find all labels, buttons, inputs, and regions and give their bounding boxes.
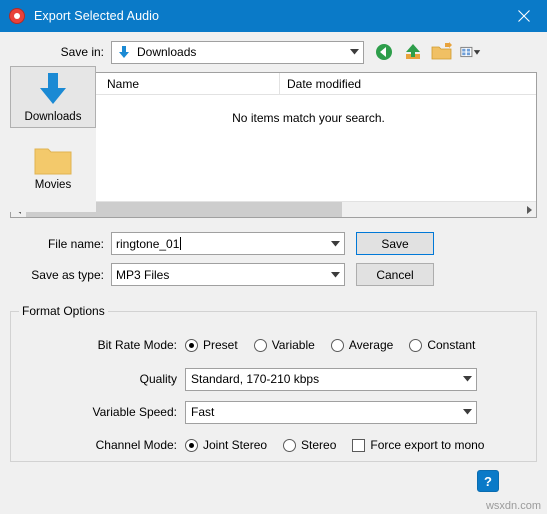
watermark-text: wsxdn.com bbox=[485, 500, 541, 512]
radio-dot-icon bbox=[409, 338, 423, 352]
save-button[interactable]: Save bbox=[356, 232, 434, 255]
save-as-type-value: MP3 Files bbox=[116, 267, 170, 282]
chevron-down-icon[interactable] bbox=[458, 402, 476, 423]
quality-label: Quality bbox=[139, 372, 177, 386]
radio-label-joint-stereo: Joint Stereo bbox=[203, 438, 268, 452]
cancel-button[interactable]: Cancel bbox=[356, 263, 434, 286]
radio-channel-stereo[interactable]: Stereo bbox=[283, 438, 336, 452]
radio-label-preset: Preset bbox=[203, 338, 238, 352]
column-header-date-modified[interactable]: Date modified bbox=[287, 77, 361, 91]
radio-dot-icon bbox=[330, 338, 344, 352]
up-arrow-icon bbox=[406, 44, 420, 59]
radio-bitrate-variable[interactable]: Variable bbox=[253, 338, 315, 352]
save-as-type-row: Save as type: MP3 Files Cancel bbox=[0, 263, 547, 286]
export-selected-audio-dialog: Export Selected Audio Save in: Downloads bbox=[0, 0, 547, 514]
channel-mode-label: Channel Mode: bbox=[95, 438, 177, 452]
checkbox-label-force-mono: Force export to mono bbox=[370, 438, 485, 452]
file-name-label: File name: bbox=[47, 236, 104, 251]
new-folder-button[interactable] bbox=[430, 41, 454, 64]
place-item-movies[interactable]: Movies bbox=[10, 138, 96, 200]
title-bar: Export Selected Audio bbox=[0, 0, 547, 32]
window-title: Export Selected Audio bbox=[34, 9, 160, 23]
save-in-row: Save in: Downloads bbox=[0, 40, 547, 64]
checkbox-force-export-to-mono[interactable]: Force export to mono bbox=[352, 438, 484, 452]
radio-dot-icon bbox=[185, 338, 198, 352]
radio-label-average: Average bbox=[348, 338, 394, 352]
radio-bitrate-constant[interactable]: Constant bbox=[409, 338, 475, 352]
file-name-value: ringtone_01 bbox=[116, 236, 180, 251]
close-button[interactable] bbox=[501, 0, 547, 32]
variable-speed-label: Variable Speed: bbox=[92, 405, 177, 419]
bit-rate-mode-label: Bit Rate Mode: bbox=[97, 338, 177, 352]
close-icon bbox=[518, 10, 530, 22]
checkbox-box-icon bbox=[352, 438, 366, 452]
folder-icon bbox=[33, 145, 73, 177]
radio-label-variable: Variable bbox=[271, 338, 315, 352]
place-label-downloads: Downloads bbox=[24, 111, 82, 123]
chevron-down-icon[interactable] bbox=[326, 233, 344, 254]
help-button[interactable]: ? bbox=[477, 470, 499, 492]
save-as-type-combobox[interactable]: MP3 Files bbox=[111, 263, 345, 286]
chevron-right-icon bbox=[526, 205, 532, 214]
format-options-title: Format Options bbox=[19, 304, 108, 318]
file-name-row: File name: ringtone_01 Save bbox=[0, 232, 547, 255]
scroll-right-button[interactable] bbox=[521, 202, 536, 217]
save-in-combobox[interactable]: Downloads bbox=[111, 40, 364, 64]
chevron-down-icon[interactable] bbox=[326, 264, 344, 285]
save-as-type-label: Save as type: bbox=[31, 267, 104, 282]
back-button[interactable] bbox=[372, 41, 396, 64]
radio-dot-icon bbox=[253, 338, 267, 352]
place-item-downloads[interactable]: Downloads bbox=[10, 66, 96, 128]
scrollbar-track[interactable] bbox=[26, 202, 521, 217]
back-arrow-icon bbox=[376, 44, 392, 60]
radio-bitrate-average[interactable]: Average bbox=[330, 338, 394, 352]
download-arrow-icon bbox=[36, 71, 70, 109]
save-in-label: Save in: bbox=[60, 45, 104, 59]
radio-bitrate-preset[interactable]: Preset bbox=[185, 338, 238, 352]
chevron-down-icon[interactable] bbox=[458, 369, 476, 390]
radio-label-constant: Constant bbox=[427, 338, 476, 352]
variable-speed-row: Variable Speed: Fast bbox=[11, 400, 536, 424]
radio-channel-joint-stereo[interactable]: Joint Stereo bbox=[185, 438, 267, 452]
text-caret bbox=[180, 237, 182, 250]
radio-label-stereo: Stereo bbox=[301, 438, 337, 452]
quality-combobox[interactable]: Standard, 170-210 kbps bbox=[185, 367, 477, 391]
radio-dot-icon bbox=[185, 438, 198, 452]
quality-row: Quality Standard, 170-210 kbps bbox=[11, 367, 536, 391]
audio-disc-icon bbox=[8, 7, 26, 25]
file-name-input[interactable]: ringtone_01 bbox=[111, 232, 345, 255]
chevron-down-icon bbox=[345, 42, 363, 63]
places-sidebar: Downloads Movies bbox=[10, 66, 96, 212]
new-folder-icon bbox=[431, 42, 452, 60]
save-in-value: Downloads bbox=[137, 45, 197, 59]
up-one-level-button[interactable] bbox=[401, 41, 425, 64]
views-icon bbox=[460, 46, 481, 58]
variable-speed-combobox[interactable]: Fast bbox=[185, 400, 477, 424]
radio-dot-icon bbox=[283, 438, 297, 452]
format-options-group: Format Options Bit Rate Mode: Preset Var… bbox=[10, 304, 537, 462]
place-label-movies: Movies bbox=[34, 179, 72, 191]
variable-speed-value: Fast bbox=[191, 405, 215, 419]
channel-mode-row: Channel Mode: Joint Stereo Stereo Force … bbox=[11, 434, 536, 456]
view-menu-button[interactable] bbox=[459, 41, 483, 64]
download-arrow-icon bbox=[116, 44, 132, 60]
bit-rate-mode-row: Bit Rate Mode: Preset Variable Average C… bbox=[11, 334, 536, 356]
quality-value: Standard, 170-210 kbps bbox=[191, 372, 320, 386]
